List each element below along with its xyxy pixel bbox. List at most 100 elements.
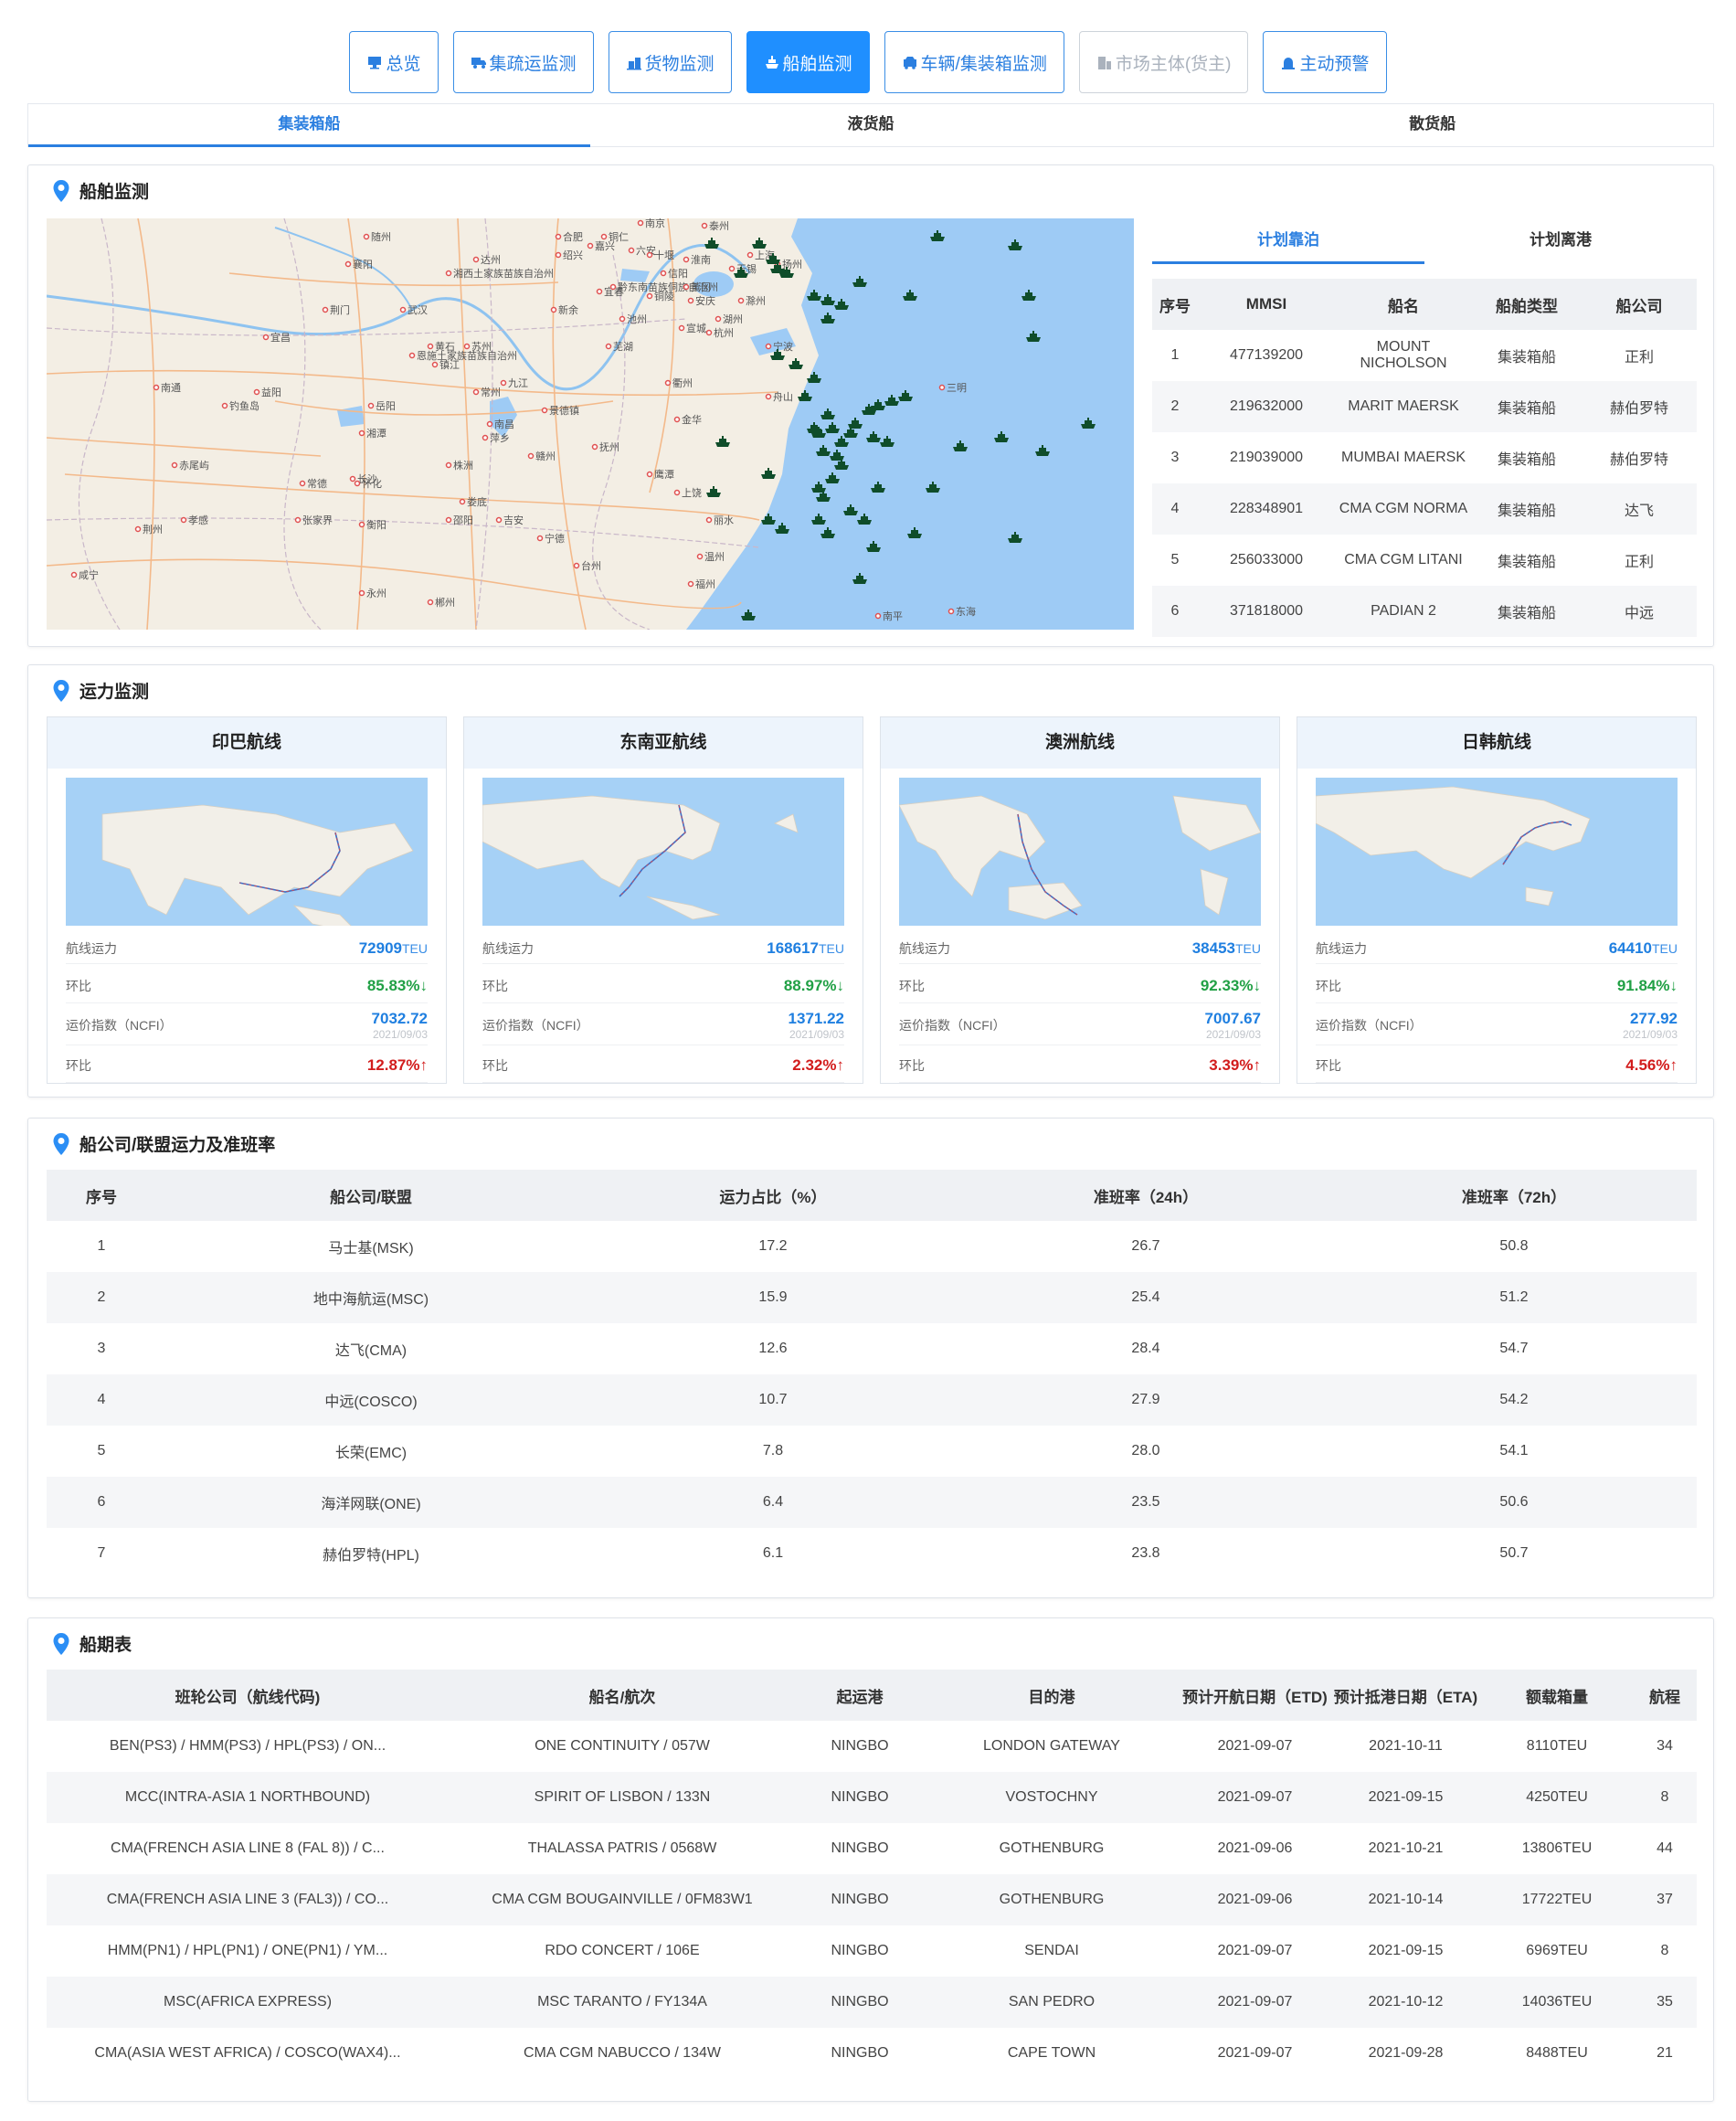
- alliance-cell: 地中海航运(MSC): [156, 1272, 586, 1323]
- berth-cell: 3: [1170, 450, 1180, 465]
- table-row[interactable]: 4 228348901 CMA CGM NORMA 集装箱船 达飞: [1152, 483, 1697, 535]
- table-row[interactable]: 6 371818000 PADIAN 2 集装箱船 中远: [1152, 586, 1697, 637]
- table-row[interactable]: 1 477139200 MOUNT NICHOLSON 集装箱船 正利: [1152, 330, 1697, 381]
- table-row[interactable]: 2 219632000 MARIT MAERSK 集装箱船 赫伯罗特: [1152, 381, 1697, 432]
- route-metric-value: 2.32%↑: [792, 1055, 844, 1074]
- table-row[interactable]: MSC(AFRICA EXPRESS) MSC TARANTO / FY134A N…: [47, 1977, 1697, 2028]
- berth-cell: MOUNT NICHOLSON: [1360, 339, 1447, 371]
- table-row[interactable]: HMM(PN1) / HPL(PN1) / ONE(PN1) / YM... RD…: [47, 1925, 1697, 1977]
- berth-cell: 集装箱船: [1497, 350, 1556, 366]
- route-metric-row: 运价指数（NCFI） 7032.72 2021/09/03: [66, 1005, 428, 1045]
- svg-text:金华: 金华: [682, 413, 702, 426]
- route-metric-row: 环比 4.56%↑: [1316, 1048, 1678, 1083]
- tab-bulk[interactable]: 散货船: [1151, 104, 1713, 146]
- route-card[interactable]: 印巴航线 航线运力 72909TEU 环比 85.83%↓ 运价指数（NCFI） 7032.…: [47, 716, 447, 1084]
- table-row[interactable]: 6 海洋网联(ONE) 6.4 23.5 50.6: [47, 1477, 1697, 1528]
- route-map: [899, 778, 1261, 926]
- route-metric-value-wrap: 277.92 2021/09/03: [1623, 1010, 1678, 1041]
- route-metric-value-wrap: 88.97%↓: [784, 977, 844, 995]
- route-map-canvas: [1316, 778, 1678, 926]
- table-row[interactable]: 7 赫伯罗特(HPL) 6.1 23.8 50.7: [47, 1528, 1697, 1579]
- alliance-cell: 28.0: [1131, 1443, 1160, 1458]
- schedule-cell: 8: [1633, 1772, 1697, 1823]
- svg-text:六安: 六安: [636, 244, 656, 257]
- berth-cell: 371818000: [1198, 586, 1335, 637]
- table-row[interactable]: BEN(PS3) / HMM(PS3) / HPL(PS3) / ON... ON…: [47, 1721, 1697, 1772]
- table-row[interactable]: 2 地中海航运(MSC) 15.9 25.4 51.2: [47, 1272, 1697, 1323]
- svg-text:十堰: 十堰: [654, 249, 674, 261]
- svg-text:绍兴: 绍兴: [563, 249, 583, 261]
- nav-button-monitor[interactable]: 总览: [349, 31, 439, 93]
- table-row[interactable]: 3 达飞(CMA) 12.6 28.4 54.7: [47, 1323, 1697, 1374]
- tab-planned-berthing[interactable]: 计划靠泊: [1152, 220, 1424, 264]
- alliance-cell: 10.7: [586, 1374, 960, 1426]
- schedule-column-header: 航程: [1633, 1670, 1697, 1721]
- route-metric-row: 航线运力 64410TEU: [1316, 933, 1678, 964]
- route-card[interactable]: 日韩航线 航线运力 64410TEU 环比 91.84%↓ 运价指数（NCFI） 277.9…: [1297, 716, 1697, 1084]
- alliance-cell: 中远(COSCO): [156, 1374, 586, 1426]
- ship-monitor-title-text: 船舶监测: [79, 183, 150, 202]
- schedule-cell: MSC(AFRICA EXPRESS): [47, 1977, 449, 2028]
- schedule-cell: NINGBO: [796, 1977, 924, 2028]
- svg-text:滁州: 滁州: [746, 294, 766, 307]
- route-metric-row: 航线运力 72909TEU: [66, 933, 428, 964]
- nav-button-truck[interactable]: 集疏运监测: [452, 31, 594, 93]
- svg-text:湘潭: 湘潭: [366, 427, 386, 440]
- nav-button-ship[interactable]: 船舶监测: [746, 31, 870, 93]
- tab-tanker[interactable]: 液货船: [590, 104, 1152, 146]
- route-card[interactable]: 东南亚航线 航线运力 168617TEU 环比 88.97%↓ 运价指数（NCFI） 137…: [463, 716, 863, 1084]
- svg-text:舟山: 舟山: [773, 390, 793, 403]
- table-row[interactable]: 3 219039000 MUMBAI MAERSK 集装箱船 赫伯罗特: [1152, 432, 1697, 483]
- berth-cell: 1: [1170, 347, 1180, 363]
- alliance-cell: 28.4: [1131, 1341, 1160, 1356]
- schedule-cell: ONE CONTINUITY / 057W: [535, 1738, 710, 1754]
- alliance-title: 船公司/联盟运力及准班率: [52, 1131, 275, 1156]
- table-row[interactable]: 4 中远(COSCO) 10.7 27.9 54.2: [47, 1374, 1697, 1426]
- berth-cell: MUMBAI MAERSK: [1340, 450, 1466, 465]
- location-pin-icon: [53, 679, 69, 702]
- tab-planned-departure[interactable]: 计划离港: [1424, 220, 1697, 264]
- schedule-cell: CMA(FRENCH ASIA LINE 3 (FAL3)) / CO...: [47, 1874, 449, 1925]
- svg-text:安庆: 安庆: [695, 294, 715, 307]
- alliance-column-header: 运力占比（%）: [586, 1170, 960, 1221]
- schedule-cell: CMA(ASIA WEST AFRICA) / COSCO(WAX4)...: [94, 2045, 401, 2061]
- tab-container[interactable]: 集装箱船: [28, 104, 590, 147]
- table-row[interactable]: CMA(FRENCH ASIA LINE 3 (FAL3)) / CO... CM…: [47, 1874, 1697, 1925]
- index-date: 2021/09/03: [789, 1027, 844, 1041]
- alliance-cell: 25.4: [960, 1272, 1331, 1323]
- nav-button-building[interactable]: 市场主体(货主): [1078, 31, 1249, 93]
- berth-cell: 正利: [1624, 350, 1654, 366]
- nav-button-alarm[interactable]: 主动预警: [1263, 31, 1387, 93]
- table-row[interactable]: 5 256033000 CMA CGM LITANI 集装箱船 正利: [1152, 535, 1697, 586]
- nav-button-vehicle[interactable]: 车辆/集装箱监测: [884, 31, 1064, 93]
- table-row[interactable]: MCC(INTRA-ASIA 1 NORTHBOUND) SPIRIT OF LI…: [47, 1772, 1697, 1823]
- svg-text:娄底: 娄底: [467, 495, 487, 508]
- route-metric-label: 环比: [1316, 1057, 1341, 1073]
- cargo-icon: [626, 58, 641, 70]
- route-name: 日韩航线: [1297, 717, 1696, 769]
- route-metric-row: 环比 85.83%↓: [66, 969, 428, 1003]
- table-row[interactable]: CMA(FRENCH ASIA LINE 8 (FAL 8)) / C... TH…: [47, 1823, 1697, 1874]
- capacity-panel: 运力监测 印巴航线 航线运力 72909TEU 环比 85.83%↓ 运价指数（NCFI）…: [27, 664, 1714, 1098]
- route-metric-label: 运价指数（NCFI）: [482, 1017, 589, 1033]
- vessel-map-canvas[interactable]: 合肥南京 泰州上海无锡杭州宁波舟山金华衢州温州福州武汉长沙南昌九江黄石景德镇襄阳荆…: [47, 218, 1134, 630]
- svg-text:杭州: 杭州: [714, 326, 734, 339]
- nav-button-cargo[interactable]: 货物监测: [608, 31, 732, 93]
- alliance-column-header: 船公司/联盟: [156, 1170, 586, 1221]
- table-row[interactable]: CMA(ASIA WEST AFRICA) / COSCO(WAX4)... CM…: [47, 2028, 1697, 2079]
- svg-text:岳阳: 岳阳: [376, 400, 396, 412]
- svg-text:宁德: 宁德: [545, 532, 565, 545]
- capacity-unit: TEU: [1652, 940, 1678, 956]
- route-card[interactable]: 澳洲航线 航线运力 38453TEU 环比 92.33%↓ 运价指数（NCFI） 7007.…: [880, 716, 1280, 1084]
- table-row[interactable]: 1 马士基(MSK) 17.2 26.7 50.8: [47, 1221, 1697, 1272]
- schedule-cell: HMM(PN1) / HPL(PN1) / ONE(PN1) / YM...: [107, 1943, 388, 1958]
- vessel-map[interactable]: 合肥 南京 泰州 上海 无锡 杭州 宁波 舟山 金华 衢州 温州 福州 武汉 长沙 南昌 九江 黄石 景德镇 襄阳荆…: [47, 218, 1134, 630]
- alliance-cell: 赫伯罗特(HPL): [323, 1548, 419, 1564]
- schedule-column-header: 目的港: [924, 1670, 1180, 1721]
- capacity-unit: TEU: [819, 940, 844, 956]
- berth-column-header: 船公司: [1582, 279, 1697, 330]
- schedule-cell: 13806TEU: [1521, 1840, 1593, 1856]
- table-row[interactable]: 5 长荣(EMC) 7.8 28.0 54.1: [47, 1426, 1697, 1477]
- schedule-cell: 2021-10-21: [1368, 1840, 1444, 1856]
- berth-cell: 477139200: [1229, 347, 1304, 363]
